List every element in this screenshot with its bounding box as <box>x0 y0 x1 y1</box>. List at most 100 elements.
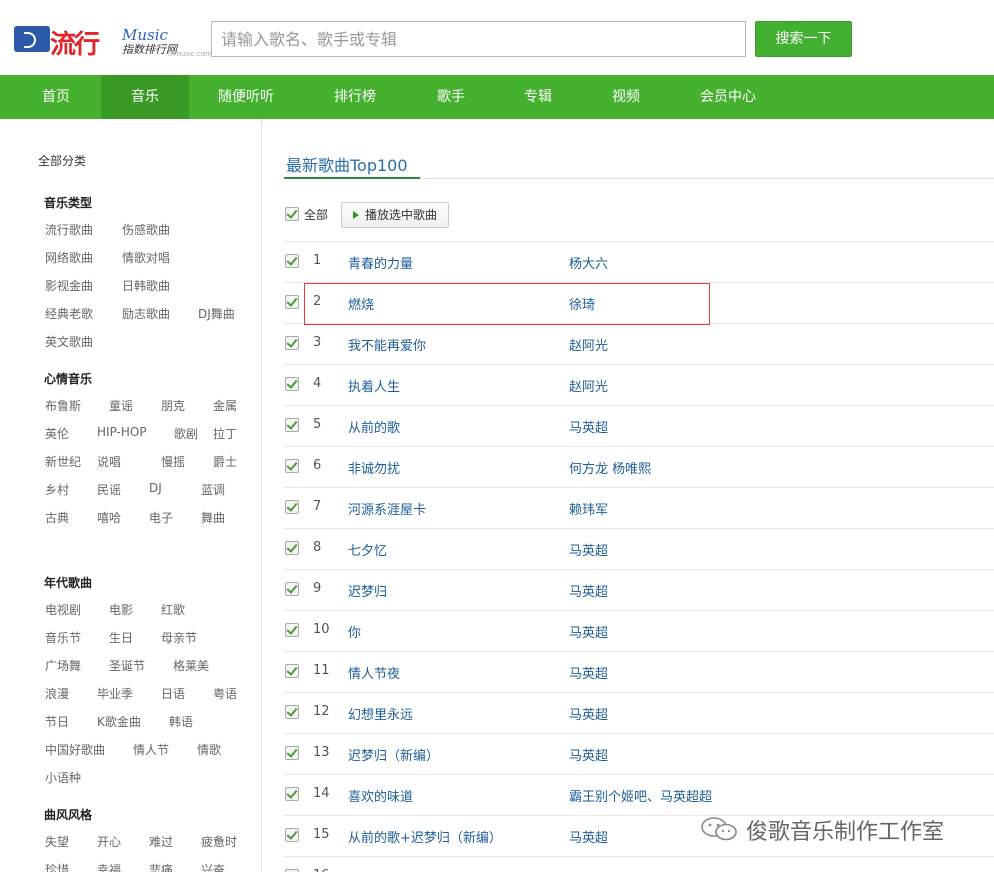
sidebar-link[interactable]: 小语种 <box>45 769 81 786</box>
song-row[interactable]: 8 七夕忆 马英超 <box>284 528 994 569</box>
song-row[interactable]: 10 你 马英超 <box>284 610 994 651</box>
sidebar-link[interactable]: HIP-HOP <box>97 425 147 439</box>
song-artist-link[interactable]: 赵阿光 <box>569 335 608 354</box>
song-row[interactable]: 3 我不能再爱你 赵阿光 <box>284 323 994 364</box>
song-title-link[interactable]: 迟梦归（新编） <box>348 745 439 764</box>
sidebar-link[interactable]: 节日 <box>45 713 69 730</box>
sidebar-link[interactable]: 乡村 <box>45 481 69 498</box>
song-row[interactable]: 9 迟梦归 马英超 <box>284 569 994 610</box>
sidebar-link[interactable]: 悲痛 <box>149 861 173 872</box>
song-title-link[interactable]: 从前的歌+迟梦归（新编） <box>348 827 502 846</box>
nav-item-4[interactable]: 排行榜 <box>334 75 376 119</box>
song-checkbox[interactable] <box>285 418 299 432</box>
sidebar-link[interactable]: 流行歌曲 <box>45 221 93 238</box>
sidebar-link[interactable]: 电视剧 <box>45 601 81 618</box>
song-checkbox[interactable] <box>285 746 299 760</box>
song-title-link[interactable]: 河源系涯屋卡 <box>348 499 426 518</box>
select-all-checkbox[interactable] <box>285 207 299 221</box>
song-artist-link[interactable]: 何方龙 杨唯熙 <box>569 458 651 477</box>
song-checkbox[interactable] <box>285 664 299 678</box>
sidebar-link[interactable]: 母亲节 <box>161 629 197 646</box>
song-title-link[interactable]: 情人节夜 <box>348 663 400 682</box>
sidebar-link[interactable]: 圣诞节 <box>109 657 145 674</box>
play-selected-button[interactable]: 播放选中歌曲 <box>341 202 449 228</box>
sidebar-link[interactable]: 开心 <box>97 833 121 850</box>
song-title-link[interactable]: 执着人生 <box>348 376 400 395</box>
song-checkbox[interactable] <box>285 541 299 555</box>
song-row[interactable]: 14 喜欢的味道 霸王别个姬吧、马英超超 <box>284 774 994 815</box>
nav-item-5[interactable]: 歌手 <box>437 75 465 119</box>
sidebar-link[interactable]: 失望 <box>45 833 69 850</box>
sidebar-link[interactable]: 布鲁斯 <box>45 397 81 414</box>
sidebar-link[interactable]: 韩语 <box>169 713 193 730</box>
sidebar-link[interactable]: 朋克 <box>161 397 185 414</box>
song-artist-link[interactable]: 霸王别个姬吧、马英超超 <box>569 786 712 805</box>
sidebar-link[interactable]: 兴奋 <box>201 861 225 872</box>
sidebar-link[interactable]: 拉丁 <box>213 425 237 442</box>
song-checkbox[interactable] <box>285 582 299 596</box>
song-row[interactable]: 6 非诚勿扰 何方龙 杨唯熙 <box>284 446 994 487</box>
sidebar-link[interactable]: 电子 <box>149 509 173 526</box>
sidebar-link[interactable]: 广场舞 <box>45 657 81 674</box>
sidebar-link[interactable]: 中国好歌曲 <box>45 741 105 758</box>
song-checkbox[interactable] <box>285 336 299 350</box>
sidebar-link[interactable]: 励志歌曲 <box>122 305 170 322</box>
sidebar-link[interactable]: 说唱 <box>97 453 121 470</box>
song-artist-link[interactable]: 马英超 <box>569 663 608 682</box>
song-row[interactable]: 4 执着人生 赵阿光 <box>284 364 994 405</box>
song-artist-link[interactable]: 马英超 <box>569 827 608 846</box>
song-title-link[interactable]: 迟梦归 <box>348 581 387 600</box>
song-checkbox[interactable] <box>285 500 299 514</box>
song-artist-link[interactable]: 马英超 <box>569 704 608 723</box>
song-title-link[interactable]: 非诚勿扰 <box>348 458 400 477</box>
nav-item-2[interactable]: 音乐 <box>101 75 189 119</box>
sidebar-link[interactable]: 难过 <box>149 833 173 850</box>
sidebar-link[interactable]: 生日 <box>109 629 133 646</box>
song-title-link[interactable]: 你 <box>348 622 361 641</box>
song-row[interactable]: 1 青春的力量 杨大六 <box>284 241 994 282</box>
nav-item-1[interactable]: 首页 <box>42 75 70 119</box>
song-row[interactable]: 13 迟梦归（新编） 马英超 <box>284 733 994 774</box>
sidebar-link[interactable]: 英文歌曲 <box>45 333 93 350</box>
sidebar-link[interactable]: 影视金曲 <box>45 277 93 294</box>
nav-item-8[interactable]: 会员中心 <box>700 75 756 119</box>
nav-item-3[interactable]: 随便听听 <box>218 75 274 119</box>
sidebar-link[interactable]: 舞曲 <box>201 509 225 526</box>
sidebar-link[interactable]: 蓝调 <box>201 481 225 498</box>
song-title-link[interactable]: 从前的歌 <box>348 417 400 436</box>
sidebar-link[interactable]: 童谣 <box>109 397 133 414</box>
sidebar-link[interactable]: 金属 <box>213 397 237 414</box>
sidebar-link[interactable]: 粤语 <box>213 685 237 702</box>
sidebar-link[interactable]: 网络歌曲 <box>45 249 93 266</box>
song-checkbox[interactable] <box>285 295 299 309</box>
song-artist-link[interactable]: 杨大六 <box>569 253 608 272</box>
sidebar-link[interactable]: K歌金曲 <box>97 713 141 730</box>
select-all-label[interactable]: 全部 <box>304 206 328 223</box>
sidebar-link[interactable]: 毕业季 <box>97 685 133 702</box>
song-title-link[interactable]: 我不能再爱你 <box>348 335 426 354</box>
song-title-link[interactable]: 幻想里永远 <box>348 704 413 723</box>
song-title-link[interactable]: 七夕忆 <box>348 540 387 559</box>
sidebar-link[interactable]: 疲惫时 <box>201 833 237 850</box>
song-artist-link[interactable]: 马英超 <box>569 540 608 559</box>
sidebar-link[interactable]: 爵士 <box>213 453 237 470</box>
site-logo[interactable]: 流行 Music 指数排行网 lxmusic.com <box>14 22 212 60</box>
sidebar-link[interactable]: 英伦 <box>45 425 69 442</box>
sidebar-link[interactable]: 幸福 <box>97 861 121 872</box>
sidebar-link[interactable]: 格莱美 <box>173 657 209 674</box>
sidebar-link[interactable]: 古典 <box>45 509 69 526</box>
song-row[interactable]: 16 <box>284 856 994 872</box>
sidebar-link[interactable]: 情人节 <box>133 741 169 758</box>
sidebar-link[interactable]: DJ <box>149 481 162 495</box>
song-artist-link[interactable]: 马英超 <box>569 745 608 764</box>
sidebar-link[interactable]: 珍惜 <box>45 861 69 872</box>
song-row[interactable]: 11 情人节夜 马英超 <box>284 651 994 692</box>
sidebar-link[interactable]: 日韩歌曲 <box>122 277 170 294</box>
song-checkbox[interactable] <box>285 254 299 268</box>
sidebar-link[interactable]: DJ舞曲 <box>198 305 235 322</box>
song-artist-link[interactable]: 赖玮军 <box>569 499 608 518</box>
sidebar-link[interactable]: 红歌 <box>161 601 185 618</box>
song-artist-link[interactable]: 马英超 <box>569 622 608 641</box>
sidebar-link[interactable]: 浪漫 <box>45 685 69 702</box>
sidebar-link[interactable]: 日语 <box>161 685 185 702</box>
